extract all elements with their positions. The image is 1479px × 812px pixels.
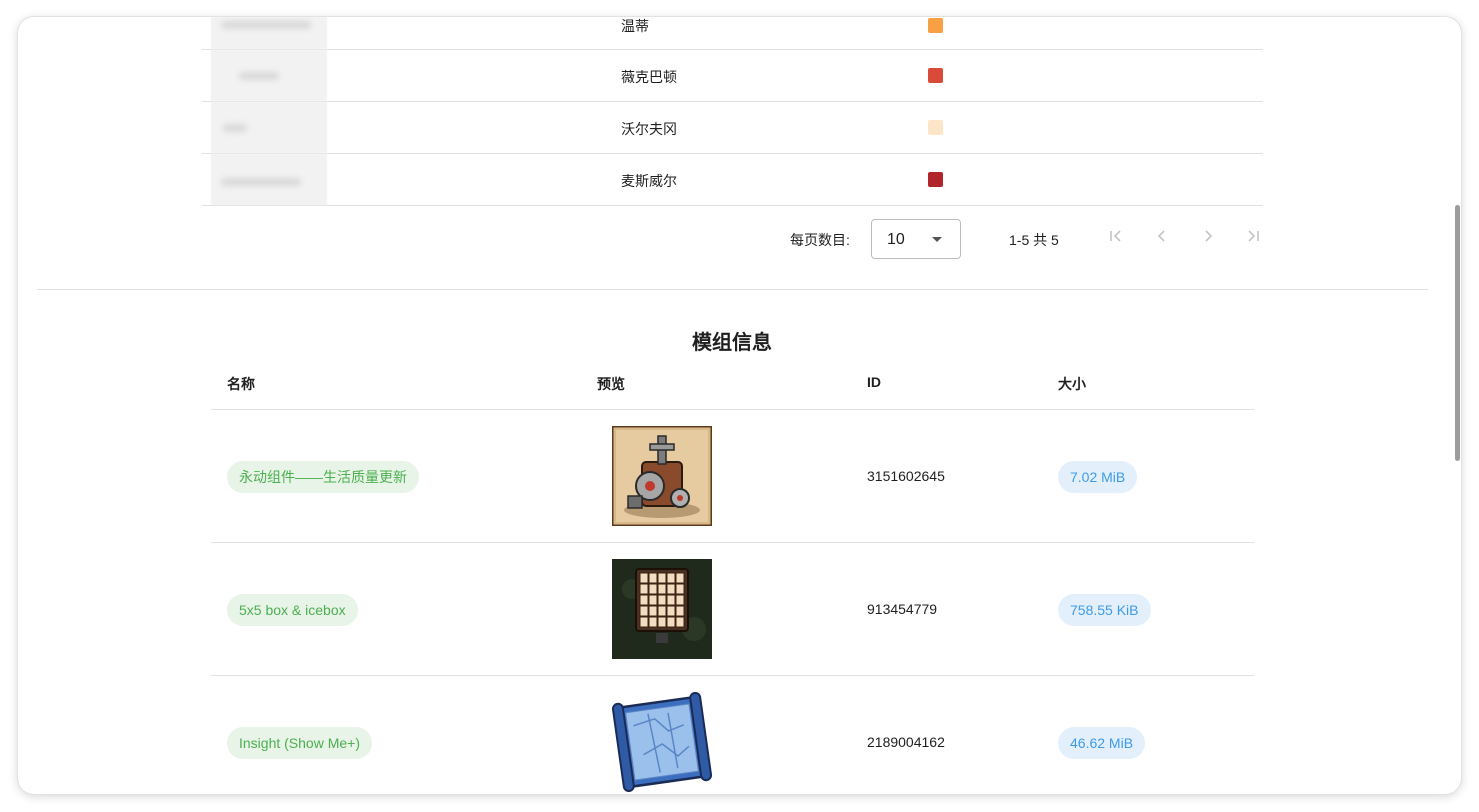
app-window: 温蒂 薇克巴顿 沃尔夫冈 麦斯威尔 每页数目: 10 1-5 共 5 模组信息 … [18, 17, 1461, 794]
first-page-icon [1110, 230, 1121, 242]
machine-icon [610, 424, 714, 528]
mod-size-chip: 46.62 MiB [1058, 727, 1146, 759]
mod-info-title: 模组信息 [692, 332, 772, 354]
table-row: 沃尔夫冈 [202, 102, 1263, 154]
next-page-button[interactable] [1193, 222, 1223, 252]
rows-per-page-select[interactable]: 10 [871, 219, 961, 259]
player-color-swatch [928, 172, 943, 187]
table-row: 温蒂 [202, 17, 1263, 50]
player-color-swatch [928, 68, 943, 83]
last-page-icon [1248, 230, 1259, 242]
blurred-avatar-cell [211, 154, 327, 205]
player-name: 温蒂 [621, 18, 649, 34]
pagination-range: 1-5 共 5 [1009, 232, 1059, 248]
chevron-left-icon [1157, 230, 1165, 242]
chevron-right-icon [1205, 230, 1213, 242]
mod-name-chip[interactable]: 永动组件——生活质量更新 [227, 461, 419, 493]
player-name: 沃尔夫冈 [621, 121, 677, 137]
column-header-preview: 预览 [597, 376, 625, 392]
last-page-button[interactable] [1238, 222, 1268, 252]
rows-per-page-value: 10 [887, 231, 905, 248]
caret-down-icon [932, 237, 942, 242]
mod-name-chip[interactable]: Insight (Show Me+) [227, 727, 372, 759]
mod-table-header: 名称 预览 ID 大小 [211, 362, 1254, 410]
scrollbar-thumb[interactable] [1455, 205, 1460, 461]
mod-id: 3151602645 [867, 468, 945, 484]
column-header-size: 大小 [1058, 376, 1086, 392]
blurred-avatar-cell [211, 17, 327, 49]
table-row: 永动组件——生活质量更新 3151602645 7.02 MiB [211, 410, 1254, 543]
player-color-swatch [928, 120, 943, 135]
mod-size-chip: 758.55 KiB [1058, 594, 1151, 626]
blurred-avatar-cell [211, 102, 327, 153]
table-row: 5x5 box & icebox 913454779 758.55 KiB [211, 543, 1254, 676]
blueprint-scroll-icon [611, 691, 713, 793]
vertical-scrollbar[interactable] [1451, 17, 1461, 794]
player-name: 麦斯威尔 [621, 173, 677, 189]
mod-id: 2189004162 [867, 734, 945, 750]
player-name: 薇克巴顿 [621, 69, 677, 85]
table-pagination: 每页数目: 10 1-5 共 5 [202, 209, 1263, 267]
column-header-name: 名称 [227, 376, 255, 392]
player-table: 温蒂 薇克巴顿 沃尔夫冈 麦斯威尔 [202, 17, 1263, 206]
blurred-avatar-cell [211, 50, 327, 101]
previous-page-button[interactable] [1147, 222, 1177, 252]
table-row: 薇克巴顿 [202, 50, 1263, 102]
mod-size-chip: 7.02 MiB [1058, 461, 1138, 493]
table-row: Insight (Show Me+) 2189004162 46.62 MiB [211, 676, 1254, 794]
first-page-button[interactable] [1101, 222, 1131, 252]
player-color-swatch [928, 18, 943, 33]
rows-per-page-label: 每页数目: [790, 232, 850, 248]
table-row: 麦斯威尔 [202, 154, 1263, 206]
mod-table: 名称 预览 ID 大小 永动组件——生活质量更新 3151602645 7.02… [211, 362, 1254, 794]
box-grid-icon [612, 559, 712, 659]
section-divider [37, 289, 1428, 290]
mod-id: 913454779 [867, 601, 938, 617]
mod-name-chip[interactable]: 5x5 box & icebox [227, 594, 358, 626]
column-header-id: ID [867, 374, 881, 390]
